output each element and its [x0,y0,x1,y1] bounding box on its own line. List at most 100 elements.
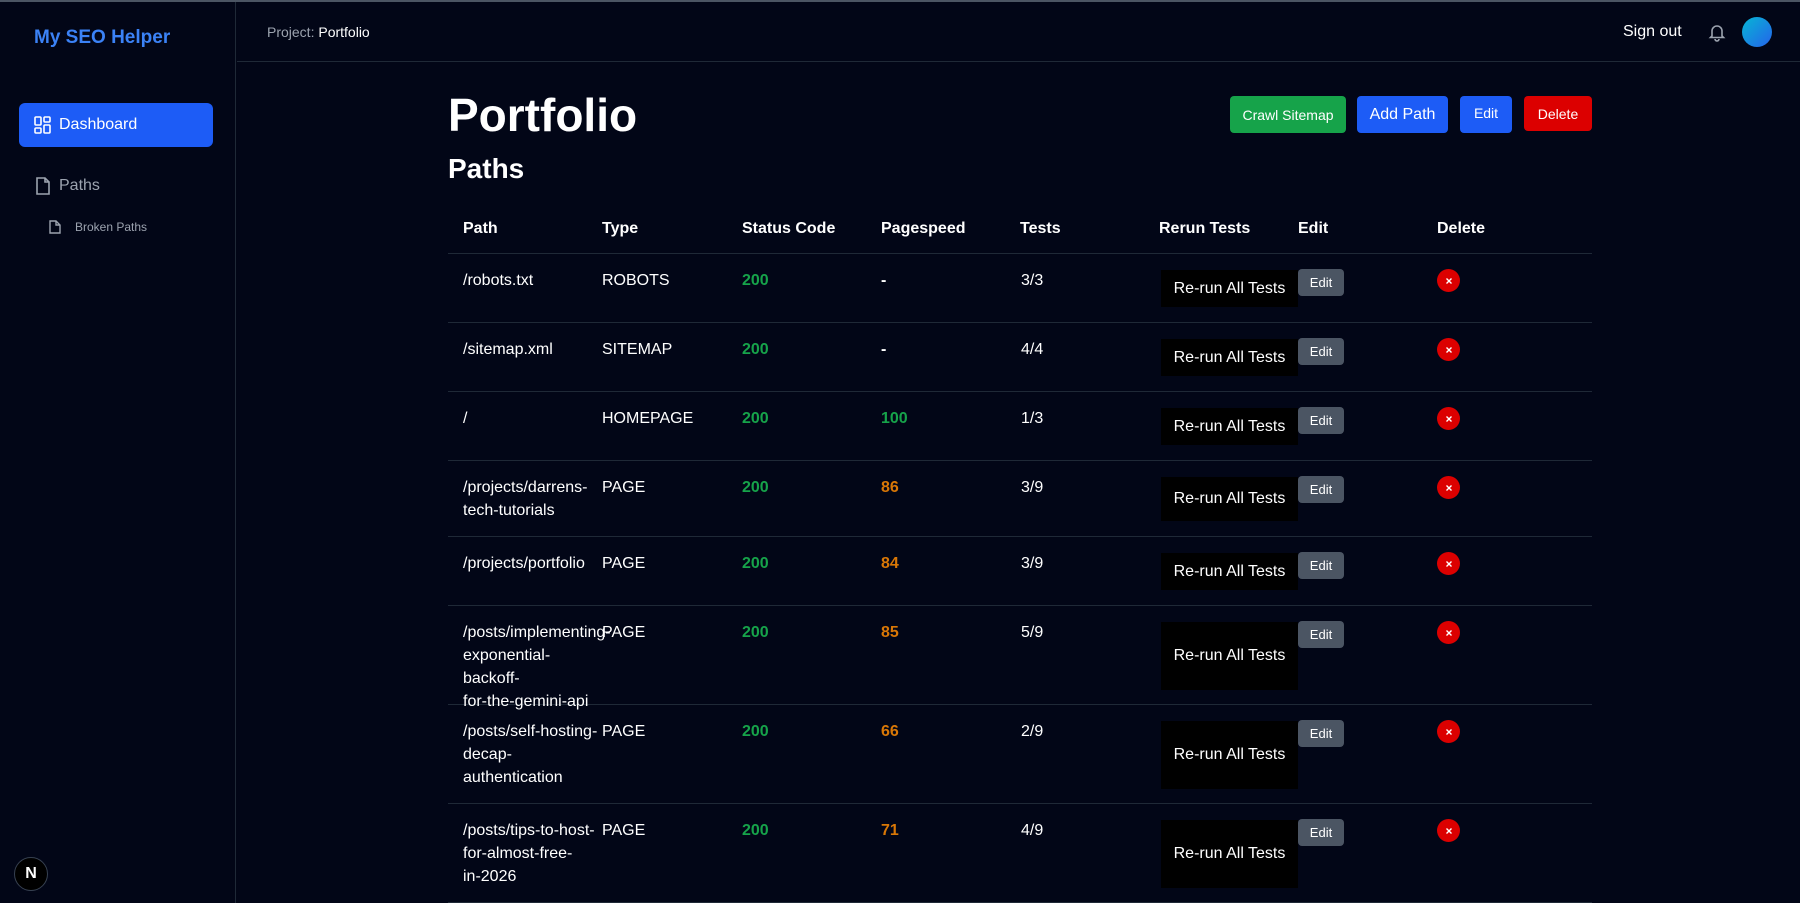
type-cell: ROBOTS [602,272,670,289]
type-cell: PAGE [602,555,646,572]
pagespeed-cell: 86 [881,479,899,496]
edit-path-button[interactable]: Edit [1298,621,1344,648]
delete-path-button[interactable] [1437,720,1460,743]
tests-cell: 3/9 [1021,479,1044,496]
type-cell: PAGE [602,822,646,839]
column-header-rerun: Rerun Tests [1159,220,1251,237]
edit-path-button[interactable]: Edit [1298,269,1344,296]
rerun-tests-button[interactable]: Re-run All Tests [1161,820,1298,888]
column-header-edit: Edit [1298,220,1329,237]
column-header-path: Path [463,220,498,237]
avatar[interactable] [1742,17,1772,47]
delete-path-button[interactable] [1437,552,1460,575]
table-row: /posts/implementing-exponential-backoff-… [448,606,1592,710]
column-header-tests: Tests [1020,220,1061,237]
sign-out-link[interactable]: Sign out [1623,23,1682,41]
status-code-cell: 200 [742,822,769,839]
edit-path-button[interactable]: Edit [1298,552,1344,579]
path-cell[interactable]: /projects/portfolio [463,552,603,575]
status-code-cell: 200 [742,410,769,427]
bell-icon[interactable] [1707,22,1727,42]
sidebar: My SEO Helper Dashboard Paths Broken Pat… [0,2,236,903]
delete-path-button[interactable] [1437,338,1460,361]
breadcrumb-current[interactable]: Portfolio [318,24,369,40]
table-row: /posts/self-hosting-decap-authentication… [448,705,1592,804]
paths-table: Path Type Status Code Pagespeed Tests Re… [448,204,1592,903]
close-icon [1445,415,1452,422]
edit-path-button[interactable]: Edit [1298,720,1344,747]
delete-path-button[interactable] [1437,476,1460,499]
pagespeed-cell: 66 [881,723,899,740]
pagespeed-cell: 71 [881,822,899,839]
close-icon [1445,827,1452,834]
dashboard-icon [34,116,52,134]
path-cell[interactable]: /posts/tips-to-host-for-almost-free-in-2… [463,819,603,888]
rerun-tests-button[interactable]: Re-run All Tests [1161,270,1298,307]
brand-logo[interactable]: My SEO Helper [34,27,170,49]
type-cell: PAGE [602,624,646,641]
pagespeed-cell: - [881,272,887,289]
edit-path-button[interactable]: Edit [1298,407,1344,434]
page-title: Portfolio [448,89,638,141]
file-icon [34,177,52,195]
tests-cell: 4/4 [1021,341,1044,358]
tests-cell: 5/9 [1021,624,1044,641]
sidebar-item-dashboard[interactable]: Dashboard [19,103,213,147]
pagespeed-cell: - [881,341,887,358]
rerun-tests-button[interactable]: Re-run All Tests [1161,622,1298,690]
delete-path-button[interactable] [1437,269,1460,292]
status-code-cell: 200 [742,555,769,572]
table-row: /posts/tips-to-host-for-almost-free-in-2… [448,804,1592,903]
column-header-status: Status Code [742,220,836,237]
status-code-cell: 200 [742,479,769,496]
close-icon [1445,484,1452,491]
tests-cell: 1/3 [1021,410,1044,427]
path-cell[interactable]: /robots.txt [463,269,603,292]
edit-path-button[interactable]: Edit [1298,338,1344,365]
tests-cell: 2/9 [1021,723,1044,740]
path-cell[interactable]: /projects/darrens-tech-tutorials [463,476,603,522]
section-title: Paths [448,153,525,184]
close-icon [1445,277,1452,284]
delete-path-button[interactable] [1437,819,1460,842]
tests-cell: 3/3 [1021,272,1044,289]
path-cell[interactable]: /sitemap.xml [463,338,603,361]
path-cell[interactable]: /posts/self-hosting-decap-authentication [463,720,603,789]
status-code-cell: 200 [742,723,769,740]
rerun-tests-button[interactable]: Re-run All Tests [1161,339,1298,376]
sidebar-item-label: Dashboard [59,116,138,133]
close-icon [1445,560,1452,567]
table-row: /projects/darrens-tech-tutorials PAGE 20… [448,461,1592,537]
breadcrumb-label: Project: [267,24,319,40]
column-header-delete: Delete [1437,220,1486,237]
crawl-sitemap-button[interactable]: Crawl Sitemap [1230,96,1346,133]
table-row: /projects/portfolio PAGE 200 84 3/9 Re-r… [448,537,1592,606]
framework-badge[interactable]: N [14,857,48,891]
rerun-tests-button[interactable]: Re-run All Tests [1161,477,1298,521]
delete-project-button[interactable]: Delete [1524,96,1592,131]
sidebar-item-paths[interactable]: Paths [19,164,213,208]
rerun-tests-button[interactable]: Re-run All Tests [1161,408,1298,445]
close-icon [1445,346,1452,353]
delete-path-button[interactable] [1437,407,1460,430]
pagespeed-cell: 84 [881,555,899,572]
file-icon [48,220,62,234]
tests-cell: 3/9 [1021,555,1044,572]
edit-project-button[interactable]: Edit [1460,96,1512,133]
sidebar-subitem-broken-paths[interactable]: Broken Paths [48,220,147,234]
status-code-cell: 200 [742,272,769,289]
path-cell[interactable]: / [463,407,603,430]
delete-path-button[interactable] [1437,621,1460,644]
tests-cell: 4/9 [1021,822,1044,839]
pagespeed-cell: 100 [881,410,908,427]
edit-path-button[interactable]: Edit [1298,819,1344,846]
rerun-tests-button[interactable]: Re-run All Tests [1161,553,1298,590]
rerun-tests-button[interactable]: Re-run All Tests [1161,721,1298,789]
edit-path-button[interactable]: Edit [1298,476,1344,503]
path-cell[interactable]: /posts/implementing-exponential-backoff-… [463,621,611,713]
type-cell: SITEMAP [602,341,673,358]
column-header-type: Type [602,220,639,237]
table-row: / HOMEPAGE 200 100 1/3 Re-run All Tests … [448,392,1592,461]
breadcrumb: Project: Portfolio [267,24,370,40]
add-path-button[interactable]: Add Path [1357,96,1448,133]
